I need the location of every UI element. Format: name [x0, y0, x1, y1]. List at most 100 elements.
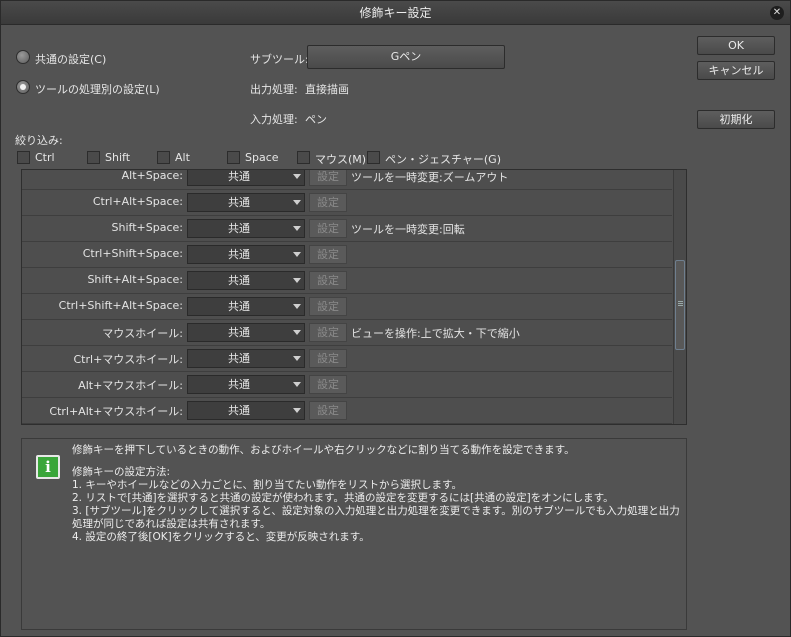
radio-per-tool-label[interactable]: ツールの処理別の設定(L): [35, 81, 160, 97]
mode-dropdown[interactable]: 共通: [187, 349, 305, 368]
row-key-label: Ctrl+Alt+マウスホイール:: [49, 405, 183, 418]
modifier-key-settings-dialog: 修飾キー設定 ✕ 共通の設定(C) ツールの処理別の設定(L) サブツール: G…: [0, 0, 791, 637]
mode-dropdown[interactable]: 共通: [187, 297, 305, 316]
filter-pen-gesture-label[interactable]: ペン・ジェスチャー(G): [385, 151, 501, 167]
mode-dropdown-value: 共通: [228, 378, 250, 391]
mode-dropdown[interactable]: 共通: [187, 170, 305, 186]
set-button[interactable]: 設定: [309, 193, 347, 212]
window-title: 修飾キー設定: [359, 6, 432, 20]
set-button[interactable]: 設定: [309, 297, 347, 316]
row-key-label: Ctrl+マウスホイール:: [73, 353, 184, 366]
chevron-down-icon: [293, 278, 301, 283]
table-row: Alt+Space: 共通 設定 ツールを一時変更:ズームアウト: [22, 169, 672, 190]
modifier-key-list: Alt+Space: 共通 設定 ツールを一時変更:ズームアウト Ctrl+Al…: [21, 169, 687, 425]
reset-button[interactable]: 初期化: [697, 110, 775, 129]
chevron-down-icon: [293, 408, 301, 413]
ok-button[interactable]: OK: [697, 36, 775, 55]
output-process-value: 直接描画: [305, 83, 349, 96]
chevron-down-icon: [293, 304, 301, 309]
filter-alt-label[interactable]: Alt: [175, 151, 190, 164]
mode-dropdown-value: 共通: [228, 222, 250, 235]
subtool-button[interactable]: Gペン: [307, 45, 505, 69]
mode-dropdown[interactable]: 共通: [187, 401, 305, 420]
row-key-label: Ctrl+Shift+Space:: [82, 247, 183, 260]
row-action-label: ツールを一時変更:ズームアウト: [351, 171, 509, 184]
row-key-label: Alt+Space:: [121, 169, 183, 182]
mode-dropdown-value: 共通: [228, 326, 250, 339]
mode-dropdown[interactable]: 共通: [187, 245, 305, 264]
mode-dropdown[interactable]: 共通: [187, 323, 305, 342]
mode-dropdown-value: 共通: [228, 300, 250, 313]
mode-dropdown-value: 共通: [228, 248, 250, 261]
row-key-label: Ctrl+Alt+Space:: [92, 195, 183, 208]
table-row: Shift+Alt+Space: 共通 設定: [22, 268, 672, 294]
grip-icon: [678, 301, 683, 302]
scrollbar-thumb[interactable]: [675, 260, 685, 350]
set-button[interactable]: 設定: [309, 375, 347, 394]
help-panel: i 修飾キーを押下しているときの動作、およびホイールや右クリックなどに割り当てる…: [21, 438, 687, 630]
mode-dropdown-value: 共通: [228, 170, 250, 183]
mode-dropdown-value: 共通: [228, 274, 250, 287]
table-row: Ctrl+Shift+Alt+Space: 共通 設定: [22, 294, 672, 320]
filter-pen-gesture-checkbox[interactable]: [367, 151, 380, 164]
info-icon: i: [36, 455, 60, 479]
row-key-label: マウスホイール:: [102, 327, 183, 340]
chevron-down-icon: [293, 174, 301, 179]
chevron-down-icon: [293, 200, 301, 205]
radio-per-tool-settings[interactable]: [16, 80, 30, 94]
row-action-label: ビューを操作:上で拡大・下で縮小: [351, 327, 520, 340]
filter-shift-label[interactable]: Shift: [105, 151, 130, 164]
subtool-label: サブツール:: [250, 53, 309, 66]
chevron-down-icon: [293, 226, 301, 231]
mode-dropdown-value: 共通: [228, 404, 250, 417]
row-key-label: Alt+マウスホイール:: [78, 379, 183, 392]
filter-label: 絞り込み:: [15, 134, 63, 147]
table-row: Ctrl+Alt+Space: 共通 設定: [22, 190, 672, 216]
mode-dropdown[interactable]: 共通: [187, 219, 305, 238]
input-process-label: 入力処理:: [250, 113, 298, 126]
table-row: マウスホイール: 共通 設定 ビューを操作:上で拡大・下で縮小: [22, 320, 672, 346]
row-action-label: ツールを一時変更:回転: [351, 223, 465, 236]
vertical-scrollbar[interactable]: [673, 170, 686, 424]
cancel-button[interactable]: キャンセル: [697, 61, 775, 80]
set-button[interactable]: 設定: [309, 271, 347, 290]
set-button[interactable]: 設定: [309, 245, 347, 264]
row-key-label: Shift+Space:: [111, 221, 183, 234]
title-bar: 修飾キー設定 ✕: [1, 1, 790, 25]
set-button[interactable]: 設定: [309, 219, 347, 238]
chevron-down-icon: [293, 330, 301, 335]
radio-common-label[interactable]: 共通の設定(C): [35, 51, 106, 67]
filter-alt-checkbox[interactable]: [157, 151, 170, 164]
table-row: Shift+Space: 共通 設定 ツールを一時変更:回転: [22, 216, 672, 242]
filter-mouse-label[interactable]: マウス(M): [315, 151, 366, 167]
row-key-label: Ctrl+Shift+Alt+Space:: [58, 299, 183, 312]
filter-ctrl-checkbox[interactable]: [17, 151, 30, 164]
help-text-line: 修飾キーを押下しているときの動作、およびホイールや右クリックなどに割り当てる動作…: [72, 444, 575, 456]
chevron-down-icon: [293, 252, 301, 257]
filter-shift-checkbox[interactable]: [87, 151, 100, 164]
table-row: Ctrl+マウスホイール: 共通 設定: [22, 346, 672, 372]
mode-dropdown-value: 共通: [228, 352, 250, 365]
chevron-down-icon: [293, 356, 301, 361]
mode-dropdown[interactable]: 共通: [187, 193, 305, 212]
mode-dropdown[interactable]: 共通: [187, 375, 305, 394]
filter-space-label[interactable]: Space: [245, 151, 279, 164]
set-button[interactable]: 設定: [309, 170, 347, 186]
output-process-label: 出力処理:: [250, 83, 298, 96]
table-row: Ctrl+Shift+Space: 共通 設定: [22, 242, 672, 268]
close-icon[interactable]: ✕: [770, 6, 784, 20]
filter-ctrl-label[interactable]: Ctrl: [35, 151, 55, 164]
table-row: Ctrl+Alt+マウスホイール: 共通 設定: [22, 398, 672, 424]
filter-space-checkbox[interactable]: [227, 151, 240, 164]
set-button[interactable]: 設定: [309, 349, 347, 368]
set-button[interactable]: 設定: [309, 323, 347, 342]
table-row: Alt+マウスホイール: 共通 設定: [22, 372, 672, 398]
mode-dropdown[interactable]: 共通: [187, 271, 305, 290]
radio-common-settings[interactable]: [16, 50, 30, 64]
chevron-down-icon: [293, 382, 301, 387]
set-button[interactable]: 設定: [309, 401, 347, 420]
filter-mouse-checkbox[interactable]: [297, 151, 310, 164]
help-text-line: 4. 設定の終了後[OK]をクリックすると、変更が反映されます。: [72, 531, 370, 543]
mode-dropdown-value: 共通: [228, 196, 250, 209]
row-key-label: Shift+Alt+Space:: [87, 273, 183, 286]
